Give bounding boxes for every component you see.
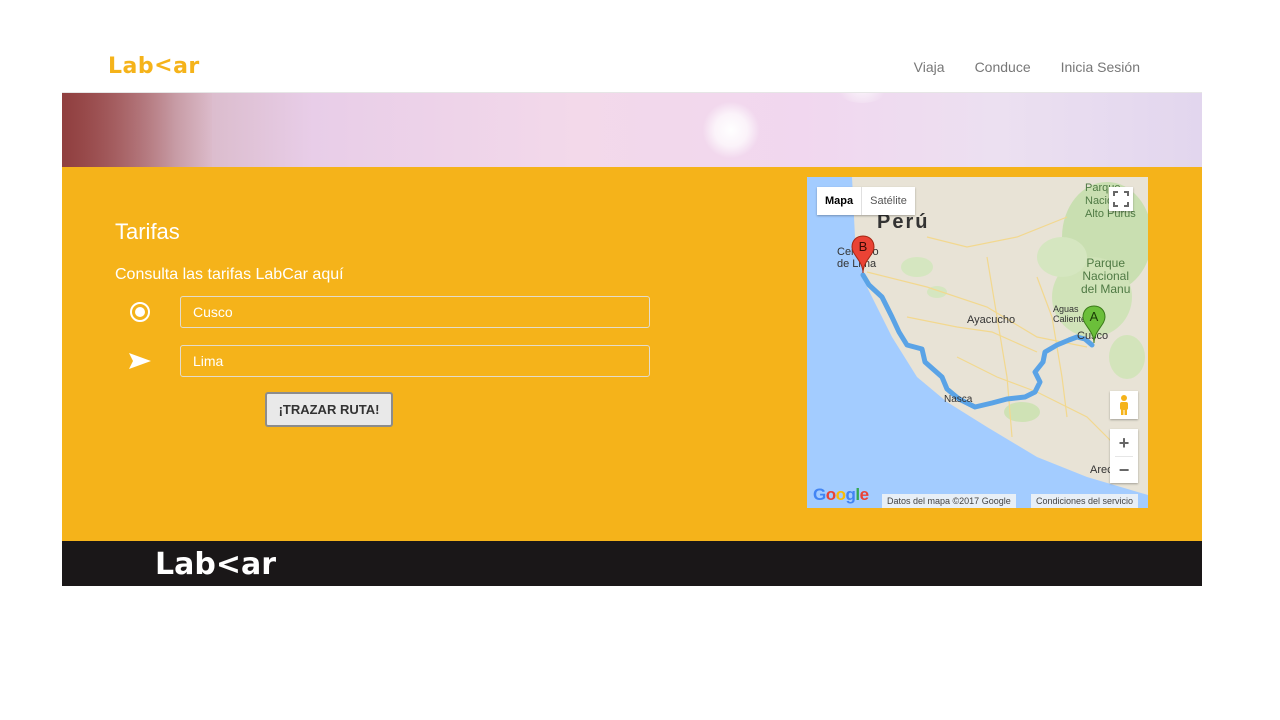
nav-link-conduce[interactable]: Conduce xyxy=(975,59,1031,75)
hero-banner xyxy=(62,93,1202,167)
marker-a-icon[interactable]: A xyxy=(1082,305,1106,350)
site-footer: Lab<ar xyxy=(62,541,1202,586)
map-label-parque-manu: Parque Nacional del Manu xyxy=(1081,256,1131,296)
zoom-controls: + − xyxy=(1110,429,1138,483)
google-logo: Google xyxy=(813,485,869,504)
origin-input[interactable] xyxy=(180,296,650,328)
tab-satelite[interactable]: Satélite xyxy=(862,187,915,215)
origin-row xyxy=(115,295,650,329)
nav-link-viaja[interactable]: Viaja xyxy=(914,59,945,75)
fullscreen-icon[interactable] xyxy=(1109,187,1133,211)
section-subtitle: Consulta las tarifas LabCar aquí xyxy=(115,266,344,283)
map-terms-link[interactable]: Condiciones del servicio xyxy=(1031,494,1139,508)
map-attribution[interactable]: Datos del mapa ©2017 Google xyxy=(882,494,1016,508)
zoom-out-button[interactable]: − xyxy=(1119,457,1130,483)
section-title: Tarifas xyxy=(115,219,180,244)
brand-logo[interactable]: Lab<ar xyxy=(108,53,200,79)
svg-text:A: A xyxy=(1090,309,1099,324)
destination-row xyxy=(115,344,650,378)
street-view-pegman-icon[interactable] xyxy=(1110,391,1138,419)
page: Lab<ar Viaja Conduce Inicia Sesión Tarif… xyxy=(0,0,1280,720)
zoom-in-button[interactable]: + xyxy=(1119,430,1130,456)
svg-text:B: B xyxy=(859,239,868,254)
site-header: Lab<ar Viaja Conduce Inicia Sesión xyxy=(62,40,1202,93)
map-label-nasca: Nasca xyxy=(944,394,973,405)
route-map[interactable]: Perú Cercadode Lima Parque Nacional Alto… xyxy=(807,177,1148,508)
tab-mapa[interactable]: Mapa xyxy=(817,187,863,215)
marker-b-icon[interactable]: B xyxy=(851,235,875,280)
footer-logo[interactable]: Lab<ar xyxy=(155,547,276,582)
send-arrow-icon xyxy=(118,344,162,378)
trace-route-button[interactable]: ¡TRAZAR RUTA! xyxy=(265,392,393,427)
destination-input[interactable] xyxy=(180,345,650,377)
map-type-tabs: Mapa Satélite xyxy=(817,187,915,215)
map-label-ayacucho: Ayacucho xyxy=(967,314,1016,326)
radio-target-icon xyxy=(118,295,162,329)
main-nav: Viaja Conduce Inicia Sesión xyxy=(914,59,1140,75)
nav-link-inicia-sesion[interactable]: Inicia Sesión xyxy=(1061,59,1140,75)
fare-section: Tarifas Consulta las tarifas LabCar aquí… xyxy=(62,167,1202,541)
